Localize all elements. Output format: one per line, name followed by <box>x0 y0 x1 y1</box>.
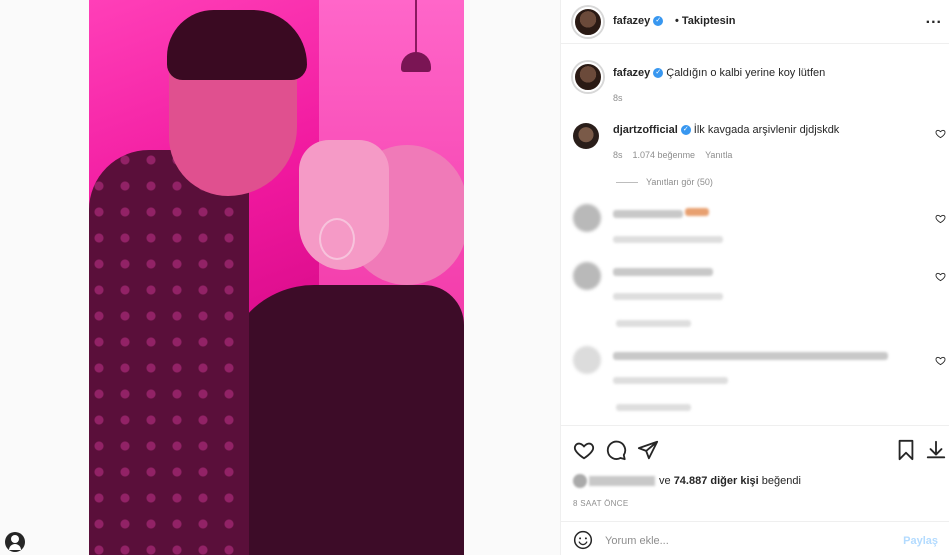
man-hair <box>167 10 307 80</box>
post-header: fafazey ✓ • Takiptesin ... <box>561 0 949 44</box>
replies-dash <box>616 182 638 184</box>
likes-count[interactable]: 74.887 diğer kişi <box>674 475 759 487</box>
lamp-cord <box>415 0 417 54</box>
hoop-earring <box>319 218 355 260</box>
blurred-liker-name <box>589 476 655 486</box>
post-side-panel: fafazey ✓ • Takiptesin ... fafazey ✓ Çaldığ… <box>560 0 949 555</box>
heart-icon[interactable] <box>935 355 946 366</box>
post-image[interactable] <box>89 0 464 555</box>
instagram-post-view: fafazey ✓ • Takiptesin ... fafazey ✓ Çaldığ… <box>0 0 949 555</box>
author-username[interactable]: fafazey ✓ <box>613 15 664 27</box>
caption-line: fafazey ✓ Çaldığın o kalbi yerine koy lütf… <box>613 67 825 79</box>
likes-summary: ve 74.887 diğer kişi beğendi <box>573 474 801 488</box>
comment-time[interactable]: 8s <box>613 150 623 160</box>
profile-icon[interactable] <box>5 532 25 552</box>
more-options-icon[interactable]: ... <box>926 10 942 28</box>
blurred-meta <box>613 377 728 384</box>
author-avatar[interactable] <box>573 7 603 37</box>
blurred-comment-text <box>613 352 888 360</box>
caption-text: Çaldığın o kalbi yerine koy lütfen <box>666 67 826 79</box>
blurred-replies <box>616 404 691 411</box>
blurred-avatar <box>573 204 601 232</box>
commenter-username[interactable]: djartzofficial <box>613 124 678 136</box>
post-timestamp[interactable]: 8 SAAT ÖNCE <box>573 499 628 508</box>
caption-avatar[interactable] <box>573 62 603 92</box>
heart-icon[interactable] <box>935 271 946 282</box>
blurred-meta <box>613 293 723 300</box>
blurred-replies <box>616 320 691 327</box>
heart-icon[interactable] <box>573 439 595 461</box>
view-replies[interactable]: Yanıtları gör (50) <box>616 177 713 187</box>
heart-icon[interactable] <box>935 128 946 139</box>
verified-badge-icon: ✓ <box>680 125 691 136</box>
caption-username[interactable]: fafazey <box>613 67 650 79</box>
comment-line: djartzofficial ✓ İlk kavgada arşivlenir dj… <box>613 124 839 136</box>
comment-input[interactable]: Yorum ekle... <box>605 535 669 547</box>
blurred-avatar <box>573 346 601 374</box>
comment-icon[interactable] <box>605 439 627 461</box>
follow-status[interactable]: • Takiptesin <box>675 15 736 27</box>
woman-figure <box>224 285 464 555</box>
blurred-username <box>613 210 683 218</box>
add-comment-bar: Yorum ekle... Paylaş <box>561 521 949 555</box>
heart-icon[interactable] <box>935 213 946 224</box>
download-icon[interactable] <box>925 439 947 461</box>
bookmark-icon[interactable] <box>895 439 917 461</box>
blurred-emoji <box>685 208 709 216</box>
shirt-pattern <box>89 150 249 555</box>
caption-time[interactable]: 8s <box>613 93 623 103</box>
share-icon[interactable] <box>637 439 659 461</box>
verified-badge-icon: ✓ <box>653 16 664 27</box>
comment-meta: 8s 1.074 beğenme Yanıtla <box>613 150 742 160</box>
comment-text: İlk kavgada arşivlenir djdjskdk <box>693 124 840 136</box>
liker-avatar[interactable] <box>573 474 587 488</box>
comment-likes[interactable]: 1.074 beğenme <box>633 150 696 160</box>
commenter-avatar[interactable] <box>573 123 599 149</box>
blurred-meta <box>613 236 723 243</box>
blurred-avatar <box>573 262 601 290</box>
verified-badge-icon: ✓ <box>653 68 664 79</box>
smile-icon[interactable] <box>573 530 593 550</box>
reply-button[interactable]: Yanıtla <box>705 150 732 160</box>
post-comment-button[interactable]: Paylaş <box>903 535 938 547</box>
blurred-username <box>613 268 713 276</box>
action-bar <box>561 425 949 473</box>
